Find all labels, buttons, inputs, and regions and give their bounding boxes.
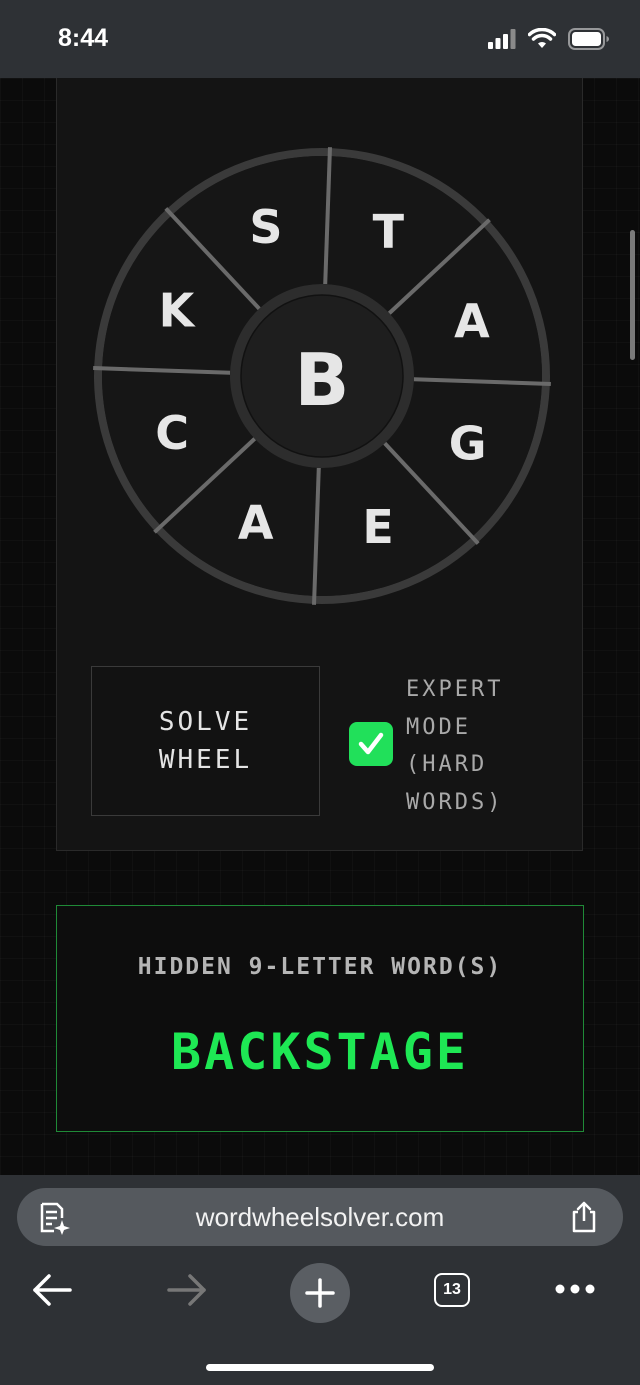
wheel-letter[interactable]: G xyxy=(449,416,487,470)
expert-mode-toggle[interactable]: EXPERT MODE (HARD WORDS) xyxy=(349,669,549,819)
page-content: B TAGEACKS SOLVE WHEEL EXPERT MODE (HARD… xyxy=(0,78,640,1175)
wheel-letter[interactable]: A xyxy=(454,294,490,348)
back-icon[interactable] xyxy=(30,1270,74,1310)
status-time: 8:44 xyxy=(58,24,109,52)
wheel-letter[interactable]: S xyxy=(249,200,282,254)
plus-icon xyxy=(305,1278,335,1308)
tabs-button[interactable]: 13 xyxy=(434,1273,470,1307)
wheel-letter[interactable]: C xyxy=(155,406,189,460)
letter-wheel: B TAGEACKS xyxy=(93,147,551,605)
status-bar: 8:44 xyxy=(0,0,640,78)
result-heading: HIDDEN 9-LETTER WORD(S) xyxy=(137,954,503,980)
wheel-letter[interactable]: E xyxy=(362,500,393,554)
result-word: BACKSTAGE xyxy=(171,1023,469,1081)
home-indicator xyxy=(206,1364,434,1371)
result-card: HIDDEN 9-LETTER WORD(S) BACKSTAGE xyxy=(56,905,584,1132)
expert-mode-checkbox[interactable] xyxy=(349,722,393,766)
battery-icon xyxy=(568,28,609,50)
browser-toolbar: wordwheelsolver.com 13 xyxy=(0,1175,640,1385)
wheel-letter[interactable]: A xyxy=(238,496,274,550)
solve-wheel-button[interactable]: SOLVE WHEEL xyxy=(91,666,320,816)
more-icon[interactable] xyxy=(555,1283,595,1295)
expert-mode-label: EXPERT MODE (HARD WORDS) xyxy=(406,677,504,815)
url-text: wordwheelsolver.com xyxy=(195,1202,445,1232)
cellular-signal-icon xyxy=(488,29,516,49)
status-icons xyxy=(488,28,610,50)
forward-icon[interactable] xyxy=(165,1270,209,1310)
address-bar[interactable]: wordwheelsolver.com xyxy=(17,1188,623,1246)
wheel-letter[interactable]: K xyxy=(159,284,197,338)
checkmark-icon xyxy=(358,732,384,755)
wheel-center-letter[interactable]: B xyxy=(295,338,350,422)
wheel-letter[interactable]: T xyxy=(373,204,405,258)
wifi-icon xyxy=(528,28,556,48)
share-icon[interactable] xyxy=(569,1200,599,1234)
new-tab-button[interactable] xyxy=(290,1263,350,1323)
scrollbar[interactable] xyxy=(630,230,635,360)
wheel-card: B TAGEACKS SOLVE WHEEL EXPERT MODE (HARD… xyxy=(56,78,583,851)
